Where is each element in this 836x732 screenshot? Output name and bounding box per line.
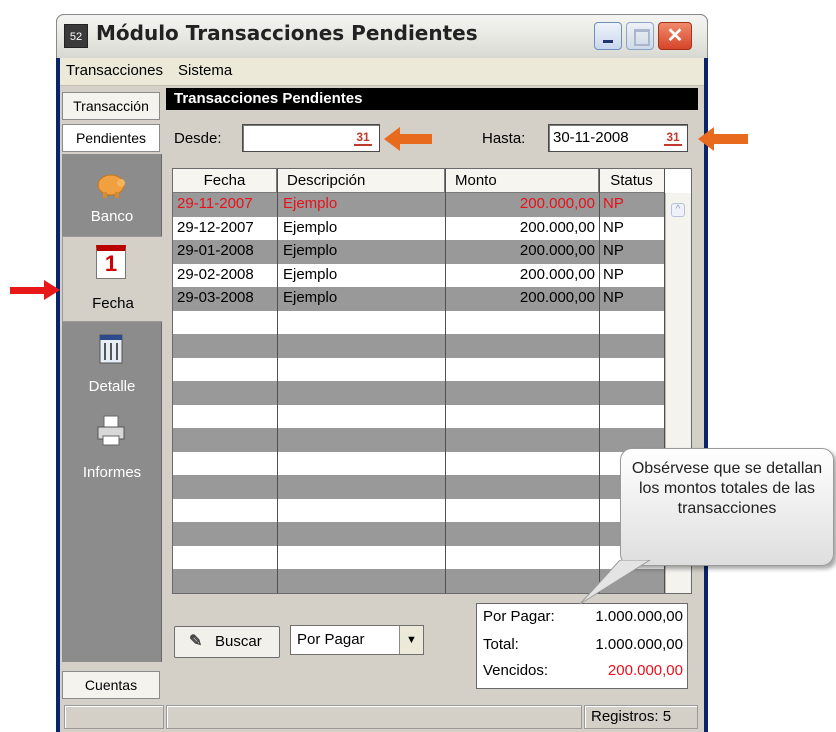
total-label: Por Pagar: (483, 608, 555, 625)
menu-sistema[interactable]: Sistema (178, 62, 232, 79)
pointer-arrow-icon (44, 280, 60, 300)
table-row[interactable]: 29-01-2008 Ejemplo 200.000,00 NP (173, 240, 665, 264)
status-cell (166, 705, 582, 729)
table-row[interactable]: 29-12-2007 Ejemplo 200.000,00 NP (173, 217, 665, 241)
table-row[interactable] (173, 311, 665, 335)
sidebar-item-banco[interactable]: Banco (62, 160, 162, 246)
hasta-label: Hasta: (482, 130, 526, 147)
cell-monto: 200.000,00 (519, 265, 595, 283)
hasta-calendar-icon[interactable]: 31 (664, 128, 682, 146)
filter-select[interactable]: Por Pagar ▼ (290, 625, 424, 655)
table-row[interactable]: 29-03-2008 Ejemplo 200.000,00 NP (173, 287, 665, 311)
cell-fecha: 29-03-2008 (177, 289, 254, 306)
total-label: Total: (483, 636, 519, 653)
total-label: Vencidos: (483, 662, 549, 679)
orange-arrow-icon (384, 127, 432, 151)
total-value: 1.000.000,00 (595, 636, 683, 653)
desde-calendar-icon[interactable]: 31 (354, 128, 372, 146)
cell-fecha: 29-02-2008 (177, 265, 254, 283)
tab-transaccion[interactable]: Transacción (62, 92, 160, 120)
column-header-status[interactable]: Status (599, 169, 665, 193)
total-value: 200.000,00 (607, 662, 683, 679)
minimize-button[interactable] (594, 22, 622, 50)
column-header-descripcion[interactable]: Descripción (277, 169, 445, 193)
buscar-button[interactable]: ✎ Buscar (174, 626, 280, 658)
cell-descripcion: Ejemplo (283, 195, 338, 212)
table-row[interactable]: 29-11-2007 Ejemplo 200.000,00 NP (173, 193, 665, 217)
table-row[interactable] (173, 428, 665, 452)
callout-pointer (579, 560, 651, 605)
window-title: Módulo Transacciones Pendientes (96, 21, 478, 45)
column-divider (277, 169, 278, 593)
buscar-label: Buscar (215, 633, 262, 650)
panel-title: Transacciones Pendientes (166, 88, 698, 110)
chevron-down-icon[interactable]: ▼ (399, 626, 423, 654)
cell-monto: 200.000,00 (519, 195, 595, 212)
cell-monto: 200.000,00 (519, 289, 595, 306)
cell-monto: 200.000,00 (519, 218, 595, 236)
table-row[interactable] (173, 522, 665, 546)
cell-status: NP (603, 195, 624, 212)
cell-descripcion: Ejemplo (283, 265, 338, 283)
search-icon: ✎ (189, 633, 203, 650)
close-button[interactable]: ✕ (658, 22, 692, 50)
total-row-vencidos: Vencidos: 200.000,00 (483, 662, 685, 686)
tab-pendientes[interactable]: Pendientes (62, 124, 160, 152)
table-row[interactable] (173, 358, 665, 382)
cell-descripcion: Ejemplo (283, 218, 338, 236)
cell-status: NP (603, 289, 624, 306)
cell-monto: 200.000,00 (519, 242, 595, 259)
ledger-icon (99, 334, 123, 364)
table-row[interactable] (173, 334, 665, 358)
cell-descripcion: Ejemplo (283, 242, 338, 259)
sidebar-item-fecha[interactable]: 1 Fecha (62, 236, 162, 322)
total-row-por-pagar: Por Pagar: 1.000.000,00 (483, 608, 685, 632)
cell-status: NP (603, 218, 624, 236)
cell-fecha: 29-11-2007 (177, 195, 253, 212)
sidebar-item-label: Banco (90, 208, 134, 225)
piggy-bank-icon (97, 174, 125, 198)
total-value: 1.000.000,00 (595, 608, 683, 625)
desde-label: Desde: (174, 130, 222, 147)
callout-note: Obsérvese que se detallan los montos tot… (620, 448, 834, 566)
total-row-total: Total: 1.000.000,00 (483, 636, 685, 660)
calendar-icon: 1 (96, 245, 126, 279)
table-row[interactable] (173, 499, 665, 523)
cell-fecha: 29-01-2008 (177, 242, 254, 259)
app-icon: 52 (64, 24, 88, 48)
cell-status: NP (603, 242, 624, 259)
status-registros: Registros: 5 (584, 705, 698, 729)
maximize-button[interactable] (626, 22, 654, 50)
menu-transacciones[interactable]: Transacciones (66, 62, 163, 79)
table-row[interactable] (173, 475, 665, 499)
table-row[interactable]: 29-02-2008 Ejemplo 200.000,00 NP (173, 264, 665, 288)
table-row[interactable] (173, 452, 665, 476)
printer-icon (97, 415, 125, 446)
column-divider (445, 169, 446, 593)
cell-status: NP (603, 265, 624, 283)
column-header-monto[interactable]: Monto (445, 169, 599, 193)
cell-fecha: 29-12-2007 (177, 218, 254, 236)
table-row[interactable] (173, 381, 665, 405)
filter-selected-value: Por Pagar (297, 631, 365, 648)
pointer-arrow-shaft (10, 287, 44, 294)
tab-cuentas[interactable]: Cuentas (62, 671, 160, 699)
table-row[interactable] (173, 405, 665, 429)
sidebar-item-informes[interactable]: Informes (62, 412, 162, 498)
sidebar-item-detalle[interactable]: Detalle (62, 328, 162, 414)
sidebar-item-label: Informes (82, 464, 142, 481)
status-cell (64, 705, 164, 729)
transactions-grid: Fecha Descripción Monto Status 29-11-200… (172, 168, 692, 594)
sidebar-item-label: Fecha (92, 295, 134, 312)
column-divider (599, 169, 600, 593)
totals-box: Por Pagar: 1.000.000,00 Total: 1.000.000… (476, 603, 688, 689)
orange-arrow-icon (698, 127, 748, 151)
scroll-up-icon[interactable]: ^ (671, 203, 685, 217)
column-header-fecha[interactable]: Fecha (173, 169, 277, 193)
cell-descripcion: Ejemplo (283, 289, 338, 306)
sidebar-item-label: Detalle (88, 378, 136, 395)
